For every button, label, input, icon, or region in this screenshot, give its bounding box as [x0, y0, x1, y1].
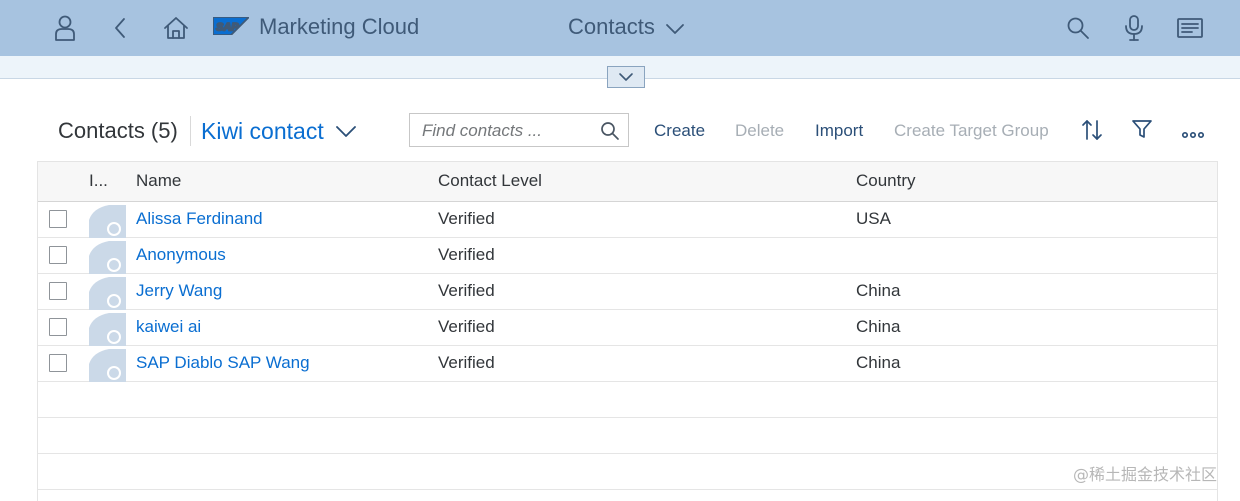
contact-name-link[interactable]: Alissa Ferdinand	[136, 209, 263, 229]
contact-country: China	[856, 281, 901, 300]
chevron-down-icon	[665, 24, 684, 34]
sap-logo-text: SAP	[216, 22, 239, 34]
row-checkbox[interactable]	[49, 282, 67, 300]
avatar-placeholder	[89, 241, 126, 274]
column-header-contact-level[interactable]: Contact Level	[438, 171, 542, 191]
search-input[interactable]	[420, 120, 594, 142]
column-header-name[interactable]: Name	[136, 171, 181, 191]
row-checkbox[interactable]	[49, 210, 67, 228]
variant-label: Kiwi contact	[201, 118, 324, 144]
create-target-group-button[interactable]: Create Target Group	[894, 120, 1049, 142]
search-field[interactable]	[409, 113, 629, 147]
contact-level: Verified	[438, 209, 495, 228]
shell-header: SAP Marketing Cloud Contacts	[0, 0, 1240, 56]
variant-selector[interactable]: Kiwi contact	[201, 118, 357, 144]
app-title-menu[interactable]: Contacts	[568, 13, 685, 41]
column-header-image[interactable]: I...	[89, 171, 108, 191]
avatar-placeholder	[89, 277, 126, 310]
collapse-header-button[interactable]	[607, 66, 645, 88]
user-icon[interactable]	[49, 12, 81, 44]
search-icon[interactable]	[600, 121, 620, 146]
back-icon[interactable]	[105, 12, 137, 44]
home-icon[interactable]	[160, 12, 192, 44]
contact-country: USA	[856, 209, 891, 228]
contact-name-link[interactable]: kaiwei ai	[136, 317, 201, 337]
contact-level: Verified	[438, 317, 495, 336]
more-icon[interactable]	[1181, 126, 1205, 147]
contact-name-link[interactable]: SAP Diablo SAP Wang	[136, 353, 310, 373]
app-title: Marketing Cloud	[259, 14, 420, 39]
contact-level: Verified	[438, 281, 495, 300]
microphone-icon[interactable]	[1118, 12, 1150, 44]
search-icon[interactable]	[1062, 12, 1094, 44]
table-row[interactable]: Anonymous Verified	[38, 238, 1217, 274]
contact-country: China	[856, 317, 901, 336]
row-checkbox[interactable]	[49, 318, 67, 336]
center-title-label: Contacts	[568, 14, 655, 39]
contact-level: Verified	[438, 353, 495, 372]
table-row[interactable]: kaiwei ai Verified China	[38, 310, 1217, 346]
table-header: I... Name Contact Level Country	[38, 161, 1217, 202]
column-header-country[interactable]: Country	[856, 171, 916, 191]
collapse-chevron-icon	[619, 73, 633, 81]
watermark: @稀土掘金技术社区	[1073, 465, 1218, 484]
delete-button[interactable]: Delete	[735, 120, 784, 142]
contact-name-link[interactable]: Jerry Wang	[136, 281, 222, 301]
toolbar-divider	[190, 116, 191, 146]
sort-icon[interactable]	[1080, 118, 1104, 147]
import-button[interactable]: Import	[815, 120, 863, 142]
menu-icon[interactable]	[1174, 12, 1206, 44]
row-checkbox[interactable]	[49, 246, 67, 264]
avatar-placeholder	[89, 205, 126, 238]
table-row[interactable]: Jerry Wang Verified China	[38, 274, 1217, 310]
avatar-placeholder	[89, 349, 126, 382]
create-button[interactable]: Create	[654, 120, 705, 142]
table-row[interactable]: Alissa Ferdinand Verified USA	[38, 202, 1217, 238]
empty-row	[38, 454, 1217, 490]
chevron-down-icon	[335, 126, 356, 137]
contact-country: China	[856, 353, 901, 372]
contact-level: Verified	[438, 245, 495, 264]
avatar-placeholder	[89, 313, 126, 346]
empty-row	[38, 418, 1217, 454]
empty-row	[38, 382, 1217, 418]
sap-logo: SAP	[213, 17, 249, 35]
contact-name-link[interactable]: Anonymous	[136, 245, 226, 265]
table-row[interactable]: SAP Diablo SAP Wang Verified China	[38, 346, 1217, 382]
filter-icon[interactable]	[1131, 118, 1153, 145]
table-title: Contacts (5)	[58, 118, 178, 143]
row-checkbox[interactable]	[49, 354, 67, 372]
contacts-table: I... Name Contact Level Country Alissa F…	[37, 161, 1218, 501]
